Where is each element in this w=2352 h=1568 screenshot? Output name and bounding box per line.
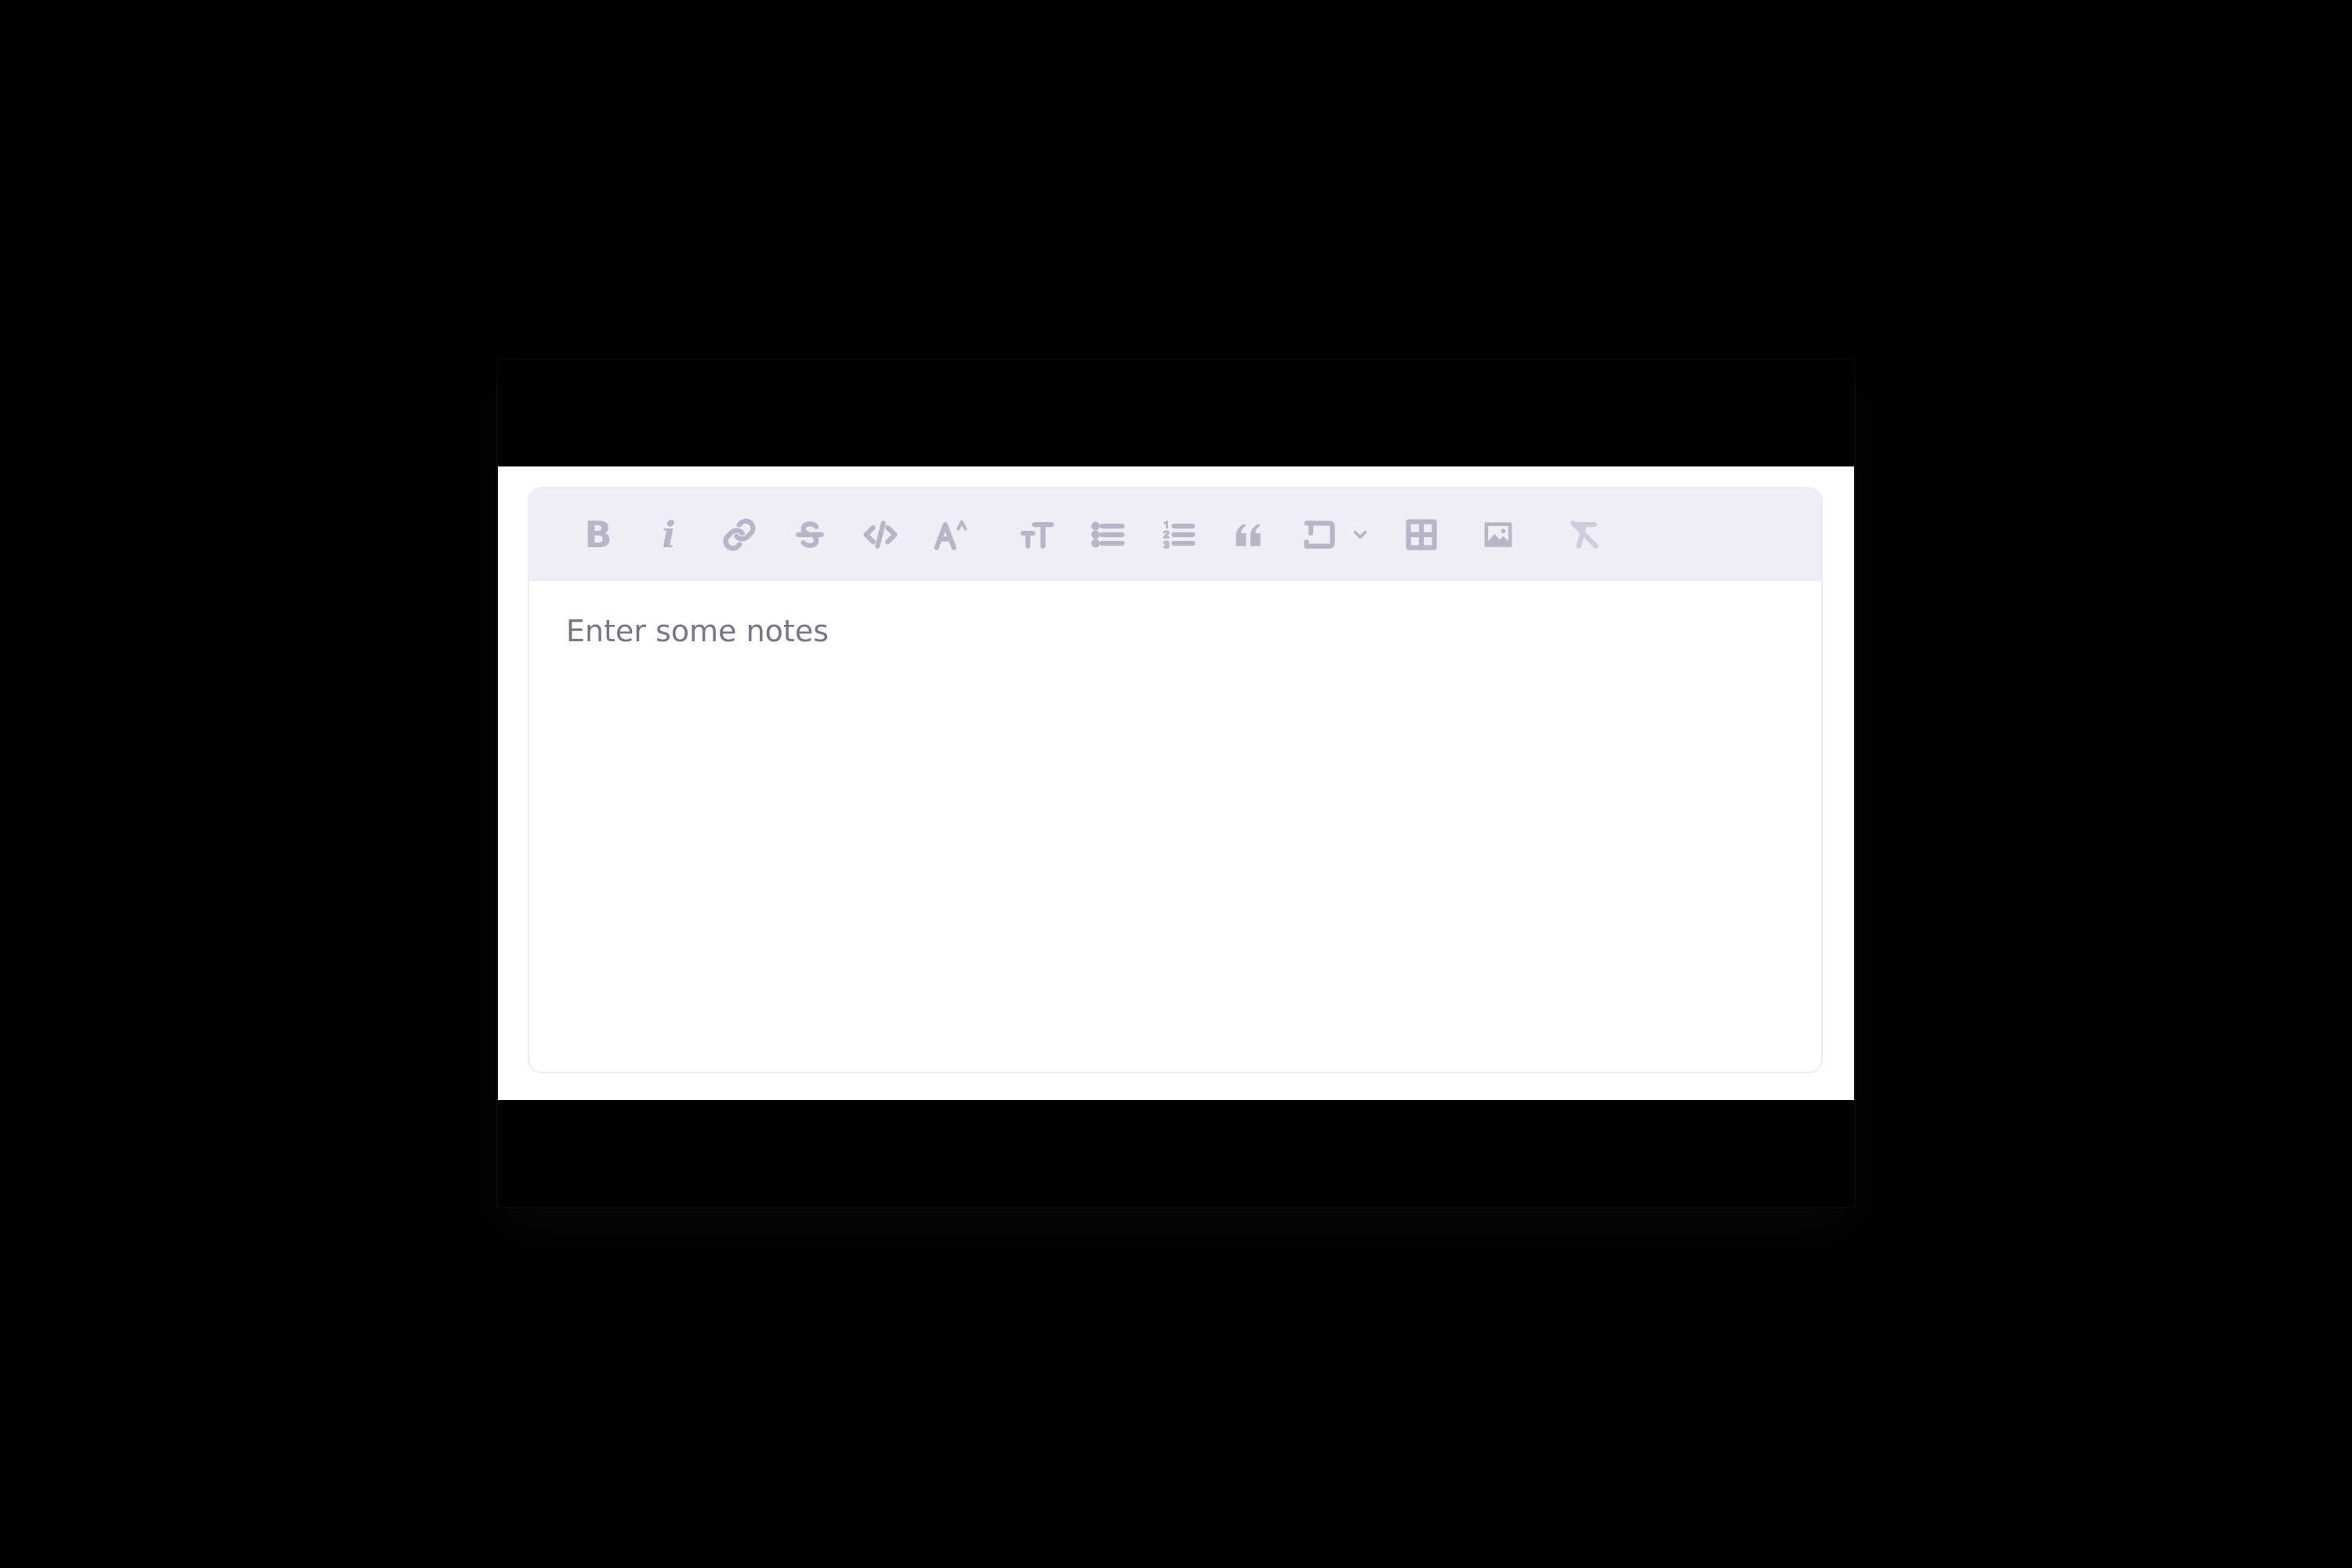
bold-icon: B: [584, 514, 612, 556]
bold-button[interactable]: B: [576, 513, 620, 557]
strikethrough-button[interactable]: [788, 513, 832, 557]
placeholder-text: Enter some notes: [566, 614, 829, 648]
link-icon: [723, 518, 756, 551]
clear-format-icon: [1570, 521, 1599, 549]
text-block-icon: [1304, 521, 1335, 549]
editor-toolbar: B i: [529, 488, 1821, 581]
heading-icon: [1020, 522, 1054, 549]
window-frame: B i Enter some notes: [498, 360, 1854, 1207]
table-icon: [1406, 519, 1437, 550]
text-block-button[interactable]: [1298, 513, 1341, 557]
heading-button[interactable]: [1015, 513, 1059, 557]
notes-textarea[interactable]: Enter some notes: [566, 614, 1784, 1040]
blockquote-button[interactable]: [1227, 513, 1271, 557]
link-button[interactable]: [717, 513, 761, 557]
text-block-dropdown[interactable]: [1345, 513, 1376, 557]
numbered-list-button[interactable]: [1156, 513, 1200, 557]
editor-panel: B i Enter some notes: [498, 466, 1854, 1100]
image-button[interactable]: [1476, 513, 1520, 557]
clear-formatting-button[interactable]: [1563, 513, 1606, 557]
strikethrough-icon: [796, 521, 824, 548]
code-icon: [863, 521, 898, 549]
superscript-icon: [934, 520, 967, 550]
table-button[interactable]: [1399, 513, 1443, 557]
image-icon: [1484, 522, 1512, 547]
italic-button[interactable]: i: [647, 513, 691, 557]
italic-icon: i: [662, 514, 676, 556]
bullet-list-button[interactable]: [1086, 513, 1130, 557]
numbered-list-icon: [1163, 521, 1196, 549]
quote-icon: [1236, 524, 1261, 546]
bullet-list-icon: [1091, 521, 1125, 548]
superscript-button[interactable]: [929, 513, 973, 557]
rich-text-editor: B i Enter some notes: [528, 487, 1823, 1073]
chevron-down-icon: [1353, 530, 1367, 539]
code-button[interactable]: [858, 513, 902, 557]
